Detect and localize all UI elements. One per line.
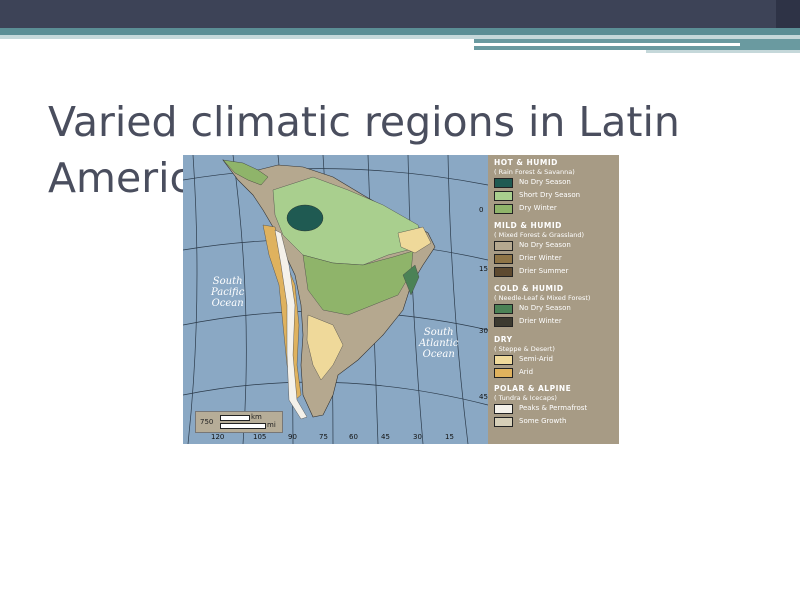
pacific-label-line-1: South (212, 276, 243, 287)
legend-heading: POLAR & ALPINE (494, 384, 572, 393)
lon-label: 105 (253, 433, 267, 441)
legend-subheading: ( Tundra & Icecaps) (494, 394, 557, 402)
legend-heading: COLD & HUMID (494, 284, 564, 293)
legend-label: No Dry Season (519, 178, 571, 186)
legend-swatch (494, 404, 513, 414)
lon-label: 30 (413, 433, 422, 441)
right-stripe-lower (646, 50, 800, 53)
atlantic-label-line-2: Atlantic (419, 338, 459, 349)
region-rainforest (286, 204, 324, 232)
scale-unit-km: km (251, 413, 262, 421)
legend-subheading: ( Rain Forest & Savanna) (494, 168, 575, 176)
legend-heading: HOT & HUMID (494, 158, 558, 167)
legend-label: Some Growth (519, 417, 567, 425)
legend-group-cold-humid: COLD & HUMID ( Needle-Leaf & Mixed Fores… (494, 284, 590, 329)
scale-value: 750 (200, 418, 214, 426)
lon-label: 90 (288, 433, 297, 441)
legend-item: Some Growth (494, 416, 571, 429)
lon-label: 45 (381, 433, 390, 441)
legend-label: Drier Winter (519, 317, 562, 325)
legend-subheading: ( Needle-Leaf & Mixed Forest) (494, 294, 591, 302)
legend-label: No Dry Season (519, 304, 571, 312)
legend-swatch (494, 417, 513, 427)
legend-subheading: ( Mixed Forest & Grassland) (494, 231, 585, 239)
legend-item: Semi-Arid (494, 354, 555, 367)
legend-group-polar-alpine: POLAR & ALPINE ( Tundra & Icecaps) Peaks… (494, 384, 587, 429)
legend-item: Dry Winter (494, 203, 575, 216)
legend-label: Drier Winter (519, 254, 562, 262)
legend-label: Drier Summer (519, 267, 569, 275)
map-legend: HOT & HUMID ( Rain Forest & Savanna) No … (488, 155, 619, 444)
legend-item: Drier Winter (494, 316, 590, 329)
lat-label: 30 (479, 327, 488, 335)
top-banner (0, 0, 800, 28)
lat-label: 0 (479, 206, 484, 214)
legend-label: Short Dry Season (519, 191, 581, 199)
lon-label: 60 (349, 433, 358, 441)
lon-label: 120 (211, 433, 225, 441)
pacific-label-line-3: Ocean (211, 298, 244, 309)
legend-swatch (494, 317, 513, 327)
legend-swatch (494, 254, 513, 264)
legend-label: Arid (519, 368, 534, 376)
scale-unit-mi: mi (267, 421, 276, 429)
legend-group-dry: DRY ( Steppe & Desert) Semi-Arid Arid (494, 335, 555, 380)
lat-label: 15 (479, 265, 488, 273)
lon-label: 75 (319, 433, 328, 441)
legend-swatch (494, 178, 513, 188)
legend-swatch (494, 355, 513, 365)
legend-heading: MILD & HUMID (494, 221, 562, 230)
legend-label: No Dry Season (519, 241, 571, 249)
legend-subheading: ( Steppe & Desert) (494, 345, 555, 353)
legend-item: Drier Summer (494, 266, 584, 279)
top-banner-accent (776, 0, 800, 30)
climate-map: South Pacific Ocean South Atlantic Ocean… (183, 155, 619, 444)
legend-group-mild-humid: MILD & HUMID ( Mixed Forest & Grassland)… (494, 221, 584, 279)
legend-swatch (494, 267, 513, 277)
teal-stripe (0, 28, 800, 35)
legend-item: No Dry Season (494, 303, 590, 316)
lon-label: 15 (445, 433, 454, 441)
atlantic-label-line-3: Ocean (422, 349, 455, 360)
legend-group-hot-humid: HOT & HUMID ( Rain Forest & Savanna) No … (494, 158, 580, 216)
scale-bar-mi (220, 423, 266, 429)
legend-item: Short Dry Season (494, 190, 580, 203)
map-scale: 750 km mi (195, 411, 283, 433)
atlantic-ocean-label: South Atlantic Ocean (419, 327, 458, 360)
legend-item: Arid (494, 367, 555, 380)
legend-item: No Dry Season (494, 177, 575, 190)
legend-swatch (494, 204, 513, 214)
atlantic-label-line-1: South (423, 327, 454, 338)
legend-label: Peaks & Permafrost (519, 404, 588, 412)
legend-swatch (494, 304, 513, 314)
legend-heading: DRY (494, 335, 513, 344)
pacific-label-line-2: Pacific (211, 287, 245, 298)
legend-label: Semi-Arid (519, 355, 553, 363)
legend-swatch (494, 368, 513, 378)
pacific-ocean-label: South Pacific Ocean (211, 276, 244, 309)
legend-item: Peaks & Permafrost (494, 403, 587, 416)
legend-item: Drier Winter (494, 253, 584, 266)
right-stripe-highlight (474, 43, 740, 46)
legend-swatch (494, 241, 513, 251)
legend-item: No Dry Season (494, 240, 584, 253)
scale-bar-km (220, 415, 250, 421)
lat-label: 45 (479, 393, 488, 401)
legend-swatch (494, 191, 513, 201)
legend-label: Dry Winter (519, 204, 557, 212)
